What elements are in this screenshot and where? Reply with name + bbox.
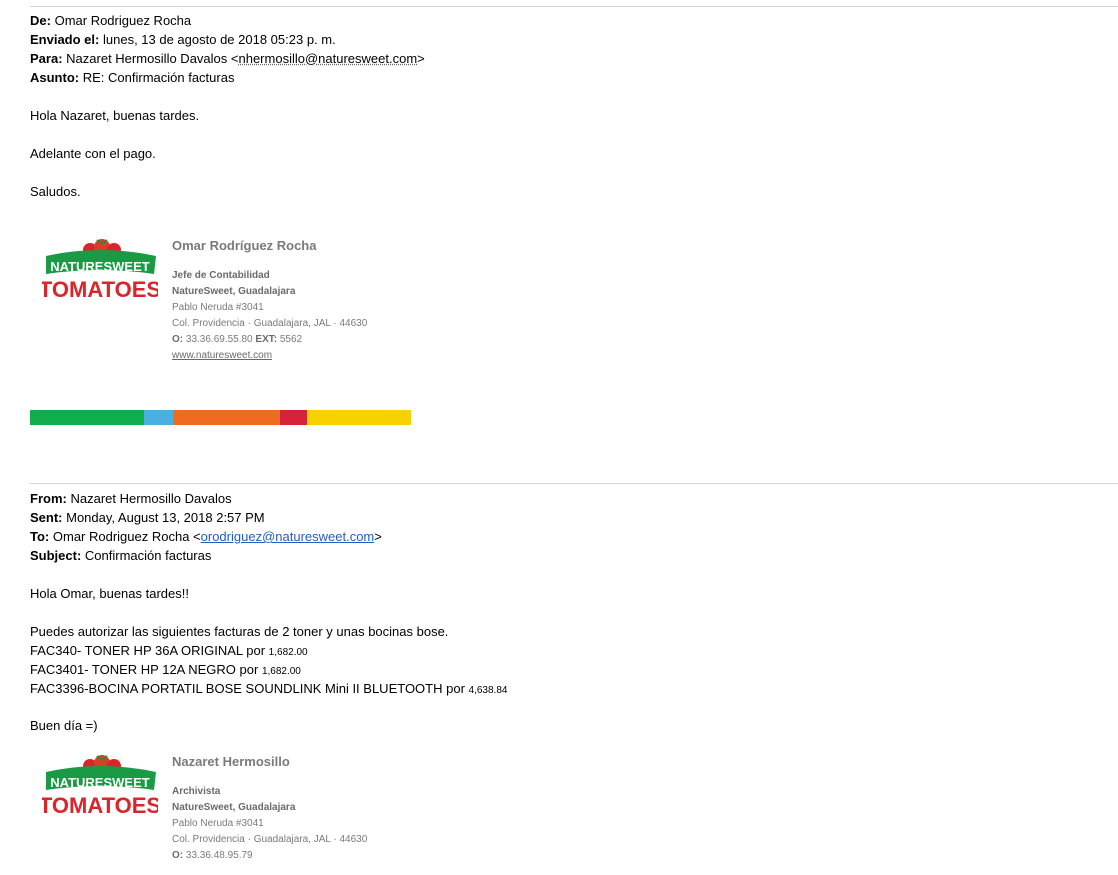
to-label: To: <box>30 529 50 544</box>
svg-text:NATURESWEET: NATURESWEET <box>50 259 149 274</box>
email2-greeting: Hola Omar, buenas tardes!! <box>30 586 189 601</box>
from-value: Nazaret Hermosillo Davalos <box>70 491 232 506</box>
signature-address2: Col. Providencia · Guadalajara, JAL · 44… <box>172 834 368 845</box>
sent-value: Monday, August 13, 2018 2:57 PM <box>66 510 265 525</box>
invoice-amount: 1,682.00 <box>261 666 301 677</box>
sent-value: lunes, 13 de agosto de 2018 05:23 p. m. <box>102 32 336 47</box>
to-line: Para: Nazaret Hermosillo Davalos <nhermo… <box>30 49 425 68</box>
bar-orange <box>173 410 280 425</box>
svg-text:NATURESWEET: NATURESWEET <box>50 775 149 790</box>
email1-header: De: Omar Rodriguez Rocha Enviado el: lun… <box>30 11 425 87</box>
subject-line: Subject: Confirmación facturas <box>30 546 382 565</box>
to-close: > <box>374 529 382 544</box>
invoice-line-1: FAC340- TONER HP 36A ORIGINAL por 1,682.… <box>30 641 308 662</box>
signature-title: Jefe de Contabilidad <box>172 270 270 281</box>
invoice-line-3: FAC3396-BOCINA PORTATIL BOSE SOUNDLINK M… <box>30 679 507 700</box>
top-divider <box>30 6 1118 7</box>
subject-line: Asunto: RE: Confirmación facturas <box>30 68 425 87</box>
signature-text: Omar Rodríguez Rocha Jefe de Contabilida… <box>172 238 367 364</box>
from-line: De: Omar Rodriguez Rocha <box>30 11 425 30</box>
bar-yellow <box>307 410 411 425</box>
signature-address1: Pablo Neruda #3041 <box>172 302 264 313</box>
naturesweet-logo: NATURESWEET TOMATOES <box>42 239 158 300</box>
from-label: From: <box>30 491 67 506</box>
email2-intro: Puedes autorizar las siguientes facturas… <box>30 624 449 639</box>
bar-red <box>280 410 307 425</box>
naturesweet-logo: NATURESWEET TOMATOES <box>42 755 158 816</box>
invoice-text: FAC3401- TONER HP 12A NEGRO por <box>30 662 262 677</box>
email1-closing: Saludos. <box>30 184 81 199</box>
svg-text:TOMATOES: TOMATOES <box>42 277 158 300</box>
invoice-text: FAC3396-BOCINA PORTATIL BOSE SOUNDLINK M… <box>30 681 469 696</box>
email1-greeting: Hola Nazaret, buenas tardes. <box>30 108 200 123</box>
from-value: Omar Rodriguez Rocha <box>54 13 192 28</box>
to-label: Para: <box>30 51 63 66</box>
from-label: De: <box>30 13 51 28</box>
signature-name: Nazaret Hermosillo <box>172 754 290 769</box>
invoice-text: FAC340- TONER HP 36A ORIGINAL por <box>30 643 269 658</box>
signature-phone: O: 33.36.69.55.80 EXT: 5562 <box>172 332 367 348</box>
bar-green <box>30 410 144 425</box>
email2-header: From: Nazaret Hermosillo Davalos Sent: M… <box>30 489 382 565</box>
subject-label: Asunto: <box>30 70 80 85</box>
phone-value: 33.36.69.55.80 <box>185 334 253 345</box>
phone-label: O: <box>172 334 184 345</box>
signature-address2: Col. Providencia · Guadalajara, JAL · 44… <box>172 318 368 329</box>
sent-line: Enviado el: lunes, 13 de agosto de 2018 … <box>30 30 425 49</box>
phone-value: 33.36.48.95.79 <box>185 850 253 861</box>
signature-title: Archivista <box>172 786 221 797</box>
signature-name: Omar Rodríguez Rocha <box>172 238 317 253</box>
svg-text:TOMATOES: TOMATOES <box>42 793 158 816</box>
subject-value: RE: Confirmación facturas <box>82 70 235 85</box>
subject-value: Confirmación facturas <box>84 548 212 563</box>
brand-color-bar <box>30 410 411 425</box>
email2-closing: Buen día =) <box>30 718 98 733</box>
ext-value: 5562 <box>279 334 303 345</box>
to-line: To: Omar Rodriguez Rocha <orodriguez@nat… <box>30 527 382 546</box>
from-line: From: Nazaret Hermosillo Davalos <box>30 489 382 508</box>
invoice-amount: 1,682.00 <box>268 647 308 658</box>
ext-label: EXT: <box>255 334 278 345</box>
sent-label: Sent: <box>30 510 63 525</box>
invoice-amount: 4,638.84 <box>468 685 508 696</box>
to-email-link[interactable]: nhermosillo@naturesweet.com <box>238 51 417 66</box>
quoted-divider <box>30 483 1118 484</box>
invoice-line-2: FAC3401- TONER HP 12A NEGRO por 1,682.00 <box>30 660 301 681</box>
to-name: Omar Rodriguez Rocha < <box>52 529 201 544</box>
signature-website-link[interactable]: www.naturesweet.com <box>172 350 272 361</box>
sent-line: Sent: Monday, August 13, 2018 2:57 PM <box>30 508 382 527</box>
bar-blue <box>144 410 173 425</box>
sent-label: Enviado el: <box>30 32 100 47</box>
to-close: > <box>417 51 425 66</box>
phone-label: O: <box>172 850 184 861</box>
signature-phone: O: 33.36.48.95.79 <box>172 848 367 864</box>
to-name: Nazaret Hermosillo Davalos < <box>66 51 239 66</box>
subject-label: Subject: <box>30 548 82 563</box>
signature-company: NatureSweet, Guadalajara <box>172 286 296 297</box>
signature-company: NatureSweet, Guadalajara <box>172 802 296 813</box>
signature-address1: Pablo Neruda #3041 <box>172 818 264 829</box>
email1-body: Adelante con el pago. <box>30 146 156 161</box>
to-email-link[interactable]: orodriguez@naturesweet.com <box>201 529 375 544</box>
signature-text: Nazaret Hermosillo Archivista NatureSwee… <box>172 754 367 864</box>
